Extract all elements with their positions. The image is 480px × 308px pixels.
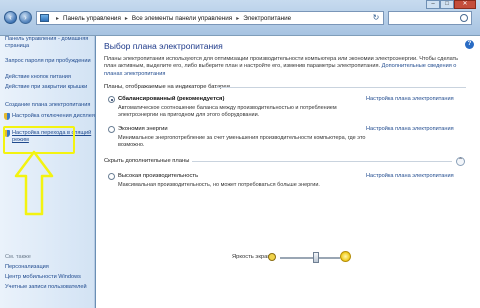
page-title: Выбор плана электропитания [104,41,223,51]
page-description: Планы электропитания используются для оп… [104,56,464,78]
divider [192,161,452,162]
sidebar-item-wake-password[interactable]: Запрос пароля при пробуждении [5,58,93,65]
breadcrumb-all-items[interactable]: Все элементы панели управления [132,15,232,22]
maximize-button[interactable]: □ [440,0,454,9]
window-controls: – □ ✕ [426,0,476,9]
plan-desc-balanced: Автоматическое соотношение баланса между… [118,105,337,118]
forward-arrow-icon[interactable]: › [19,11,32,24]
sidebar-item-personalization[interactable]: Персонализация [5,264,93,271]
plan-name-balanced[interactable]: Сбалансированный (рекомендуется) [118,96,224,102]
plan-settings-link-power-saver[interactable]: Настройка плана электропитания [366,126,454,132]
sidebar-item-display-off[interactable]: Настройка отключения дисплея [12,113,100,120]
back-arrow-icon[interactable]: ‹ [4,11,17,24]
sidebar-item-power-buttons[interactable]: Действие кнопок питания [5,74,93,81]
plan-settings-link-balanced[interactable]: Настройка плана электропитания [366,96,454,102]
minimize-button[interactable]: – [426,0,440,9]
brightness-slider-thumb[interactable] [313,252,319,263]
brightness-slider-track[interactable] [280,257,340,259]
help-icon[interactable]: ? [465,40,474,49]
sidebar-item-mobility-center[interactable]: Центр мобильности Windows [5,274,93,281]
refresh-icon[interactable]: ↻ [370,12,382,24]
breadcrumb-control-panel[interactable]: Панель управления [63,15,121,22]
search-icon[interactable] [460,14,468,22]
title-bar: ‹ › ▸ Панель управления ▸ Все элементы п… [0,0,480,36]
shield-icon [4,113,10,120]
main-content: ? Выбор плана электропитания Планы элект… [96,36,480,308]
sidebar-home-link[interactable]: Панель управления - домашняя страница [5,36,93,50]
radio-power-saver[interactable] [108,126,115,133]
battery-plans-heading: Планы, отображаемые на индикаторе батаре… [104,84,230,90]
chevron-up-icon[interactable]: ⌃ [456,157,465,166]
divider [216,87,466,88]
breadcrumb-power-options[interactable]: Электропитание [243,15,291,22]
plan-settings-link-high-performance[interactable]: Настройка плана электропитания [366,173,454,179]
brightness-low-icon [268,253,276,261]
radio-balanced[interactable] [108,96,115,103]
sidebar-item-user-accounts[interactable]: Учетные записи пользователей [5,284,93,291]
sidebar-item-create-plan[interactable]: Создание плана электропитания [5,102,93,109]
radio-high-performance[interactable] [108,173,115,180]
sidebar-item-lid-close[interactable]: Действие при закрытии крышки [5,84,93,91]
close-button[interactable]: ✕ [454,0,476,9]
breadcrumb-separator-icon: ▸ [56,15,60,22]
address-bar[interactable]: ▸ Панель управления ▸ Все элементы панел… [36,11,384,25]
hide-extra-plans-heading[interactable]: Скрыть дополнительные планы [104,158,189,164]
plan-desc-high-performance: Максимальная производительность, но може… [118,182,320,188]
search-input[interactable] [388,11,472,25]
plan-name-high-performance[interactable]: Высокая производительность [118,173,198,179]
plan-name-power-saver[interactable]: Экономия энергии [118,126,168,132]
annotation-arrow-icon [14,150,54,216]
plan-desc-power-saver: Минимальное энергопотребление за счет ум… [118,135,366,148]
brightness-high-icon [340,251,351,262]
see-also-heading: См. также [5,254,31,260]
control-panel-icon [40,14,49,22]
breadcrumb-separator-icon: ▸ [124,15,128,22]
breadcrumb-separator-icon: ▸ [236,15,240,22]
